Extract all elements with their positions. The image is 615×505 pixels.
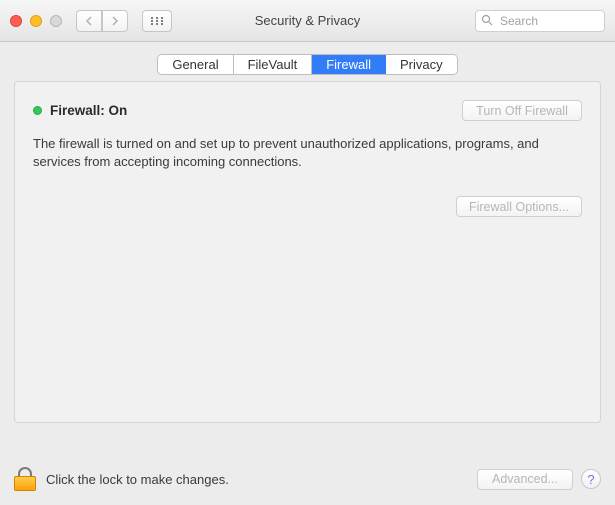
firewall-options-row: Firewall Options...	[33, 196, 582, 217]
minimize-window-button[interactable]	[30, 15, 42, 27]
turn-off-firewall-button[interactable]: Turn Off Firewall	[462, 100, 582, 121]
show-all-button[interactable]	[142, 10, 172, 32]
firewall-status-label: Firewall: On	[50, 103, 127, 118]
nav-buttons	[76, 10, 128, 32]
tab-general[interactable]: General	[158, 55, 233, 74]
forward-button[interactable]	[102, 10, 128, 32]
firewall-panel: Firewall: On Turn Off Firewall The firew…	[14, 81, 601, 423]
lock-hint-text: Click the lock to make changes.	[46, 472, 229, 487]
zoom-window-button[interactable]	[50, 15, 62, 27]
advanced-button[interactable]: Advanced...	[477, 469, 573, 490]
footer: Click the lock to make changes. Advanced…	[0, 453, 615, 505]
window-titlebar: Security & Privacy	[0, 0, 615, 42]
back-button[interactable]	[76, 10, 102, 32]
lock-icon[interactable]	[14, 467, 36, 491]
close-window-button[interactable]	[10, 15, 22, 27]
search-input[interactable]	[475, 10, 605, 32]
tab-privacy[interactable]: Privacy	[386, 55, 457, 74]
firewall-options-button[interactable]: Firewall Options...	[456, 196, 582, 217]
status-indicator-icon	[33, 106, 42, 115]
grid-icon	[150, 16, 164, 26]
tab-row: General FileVault Firewall Privacy	[157, 54, 457, 75]
firewall-description: The firewall is turned on and set up to …	[33, 135, 582, 170]
chevron-right-icon	[111, 16, 119, 26]
help-button[interactable]: ?	[581, 469, 601, 489]
footer-right: Advanced... ?	[477, 469, 601, 490]
traffic-lights	[10, 15, 62, 27]
tab-filevault[interactable]: FileVault	[234, 55, 313, 74]
tab-bar: General FileVault Firewall Privacy	[0, 42, 615, 81]
firewall-status: Firewall: On	[33, 103, 127, 118]
search-field-container	[475, 10, 605, 32]
search-icon	[481, 14, 493, 29]
tab-firewall[interactable]: Firewall	[312, 55, 386, 74]
firewall-status-row: Firewall: On Turn Off Firewall	[33, 100, 582, 121]
chevron-left-icon	[85, 16, 93, 26]
